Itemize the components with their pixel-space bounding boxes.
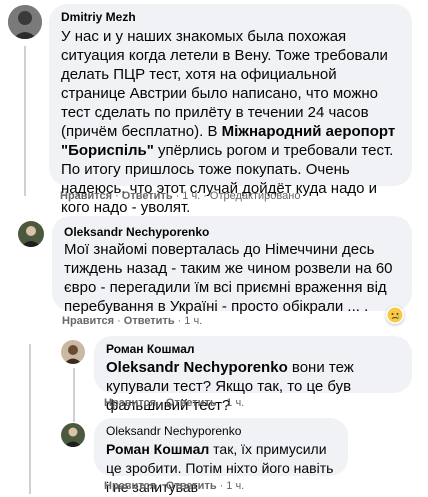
avatar-oleksandr-reply[interactable] [61, 423, 85, 447]
avatar-dmitriy[interactable] [8, 5, 42, 39]
thread-line-nested [73, 368, 75, 422]
comment-actions: Нравится · Ответить · 1 ч. · Отредактировано [60, 190, 300, 202]
separator: · [117, 315, 121, 327]
avatar-oleksandr-image [18, 221, 44, 247]
reply-button[interactable]: Ответить [124, 315, 175, 327]
comment-bubble-dmitriy: Dmitriy Mezh У нас и у наших знакомых бы… [49, 4, 412, 216]
avatar-oleksandr-reply-image [61, 423, 85, 447]
thread-line-top [24, 46, 26, 196]
like-button[interactable]: Нравится [62, 315, 114, 327]
like-button[interactable]: Нравится [104, 480, 156, 492]
comment-author[interactable]: Dmitriy Mezh [61, 10, 400, 25]
avatar-oleksandr[interactable] [18, 221, 44, 247]
reply-button[interactable]: Ответить [166, 480, 217, 492]
reply-button[interactable]: Ответить [166, 397, 217, 409]
comment-text: У нас и у наших знакомых была похожая си… [61, 27, 400, 217]
comment-author[interactable]: Oleksandr Nechyporenko [64, 225, 400, 240]
sad-reaction-icon[interactable] [386, 306, 404, 324]
reply-bubble-oleksandr: Oleksandr Nechyporenko Роман Кошмал так,… [94, 418, 348, 495]
reply-bubble-roman: Роман Кошмал Oleksandr Nechyporenko вони… [94, 336, 412, 414]
comment-actions: Нравится · Ответить · 1 ч. [62, 315, 202, 327]
like-button[interactable]: Нравится [104, 397, 156, 409]
comment-author[interactable]: Oleksandr Nechyporenko [106, 424, 336, 439]
separator: · [115, 190, 119, 202]
separator: · [203, 190, 207, 202]
avatar-dmitriy-image [8, 5, 42, 39]
like-button[interactable]: Нравится [60, 190, 112, 202]
timestamp[interactable]: 1 ч. [226, 480, 244, 492]
separator: · [175, 190, 180, 202]
timestamp[interactable]: 1 ч. [226, 397, 244, 409]
reply-button[interactable]: Ответить [122, 190, 173, 202]
reply-actions: Нравится · Ответить · 1 ч. [104, 480, 244, 492]
separator: · [177, 315, 182, 327]
thread-line-reply [29, 344, 31, 494]
comment-bubble-oleksandr: Oleksandr Nechyporenko Мої знайомі повер… [52, 216, 412, 315]
timestamp[interactable]: 1 ч. [182, 190, 200, 202]
timestamp[interactable]: 1 ч. [184, 315, 202, 327]
separator: · [159, 480, 163, 492]
edited-label: Отредактировано [209, 190, 301, 202]
reply-actions: Нравится · Ответить · 1 ч. [104, 397, 244, 409]
separator: · [159, 397, 163, 409]
comment-author[interactable]: Роман Кошмал [106, 342, 400, 357]
separator: · [219, 480, 224, 492]
mention-link[interactable]: Роман Кошмал [106, 441, 209, 457]
separator: · [219, 397, 224, 409]
avatar-roman-image [61, 340, 85, 364]
mention-link[interactable]: Oleksandr Nechyporenko [106, 359, 288, 376]
avatar-roman[interactable] [61, 340, 85, 364]
comment-text: Мої знайомі поверталась до Німеччини дес… [64, 241, 393, 315]
